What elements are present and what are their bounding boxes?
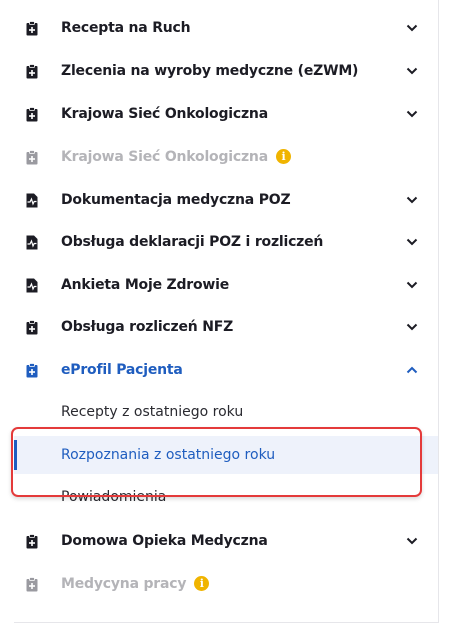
side-menu: Recepta na Ruch Zlecenia na wyroby medyc… xyxy=(14,0,439,623)
menu-item-label: Recepta na Ruch xyxy=(61,20,191,36)
menu-item-label: Krajowa Sieć Onkologiczna xyxy=(61,106,268,122)
document-pulse-icon xyxy=(26,192,38,208)
document-pulse-icon xyxy=(26,234,38,250)
submenu-item-recepty[interactable]: Recepty z ostatniego roku xyxy=(14,393,438,431)
chevron-down-icon[interactable] xyxy=(406,323,418,331)
menu-item-obsluga-rozliczen-nfz[interactable]: Obsługa rozliczeń NFZ xyxy=(14,308,438,346)
menu-item-label: Ankieta Moje Zdrowie xyxy=(61,277,230,293)
chevron-down-icon[interactable] xyxy=(406,537,418,545)
clipboard-icon xyxy=(26,63,38,79)
menu-item-domowa-opieka-medyczna[interactable]: Domowa Opieka Medyczna xyxy=(14,522,438,560)
chevron-down-icon[interactable] xyxy=(406,196,418,204)
clipboard-icon xyxy=(26,20,38,36)
clipboard-icon xyxy=(26,319,38,335)
menu-item-label: Zlecenia na wyroby medyczne (eZWM) xyxy=(61,63,359,79)
menu-item-label: Obsługa deklaracji POZ i rozliczeń xyxy=(61,234,324,250)
menu-item-label: Domowa Opieka Medyczna xyxy=(61,533,268,549)
chevron-down-icon[interactable] xyxy=(406,67,418,75)
menu-item-ankieta-moje-zdrowie[interactable]: Ankieta Moje Zdrowie xyxy=(14,266,438,304)
clipboard-icon xyxy=(26,362,38,378)
menu-item-label: Dokumentacja medyczna POZ xyxy=(61,192,291,208)
menu-item-label: eProfil Pacjenta xyxy=(61,362,183,378)
chevron-down-icon[interactable] xyxy=(406,110,418,118)
chevron-up-icon[interactable] xyxy=(406,366,418,374)
menu-item-dokumentacja-medyczna-poz[interactable]: Dokumentacja medyczna POZ xyxy=(14,181,438,219)
menu-item-label: Obsługa rozliczeń NFZ xyxy=(61,319,234,335)
menu-item-label: Krajowa Sieć Onkologiczna i xyxy=(61,148,291,165)
submenu-item-rozpoznania[interactable]: Rozpoznania z ostatniego roku xyxy=(14,436,438,474)
menu-item-eprofil-pacjenta[interactable]: eProfil Pacjenta xyxy=(14,351,438,389)
menu-item-label: Medycyna pracy i xyxy=(61,575,210,592)
menu-item-krajowa-siec-onkologiczna[interactable]: Krajowa Sieć Onkologiczna xyxy=(14,95,438,133)
menu-item-label-text: Krajowa Sieć Onkologiczna xyxy=(61,149,268,165)
menu-item-zlecenia-ezwm[interactable]: Zlecenia na wyroby medyczne (eZWM) xyxy=(14,52,438,90)
clipboard-icon xyxy=(26,106,38,122)
clipboard-icon xyxy=(26,149,38,165)
clipboard-icon xyxy=(26,576,38,592)
menu-item-obsluga-deklaracji-poz[interactable]: Obsługa deklaracji POZ i rozliczeń xyxy=(14,223,438,261)
submenu-item-powiadomienia[interactable]: Powiadomienia xyxy=(14,478,438,516)
menu-item-krajowa-siec-onkologiczna-disabled: Krajowa Sieć Onkologiczna i xyxy=(14,138,438,176)
clipboard-icon xyxy=(26,533,38,549)
chevron-down-icon[interactable] xyxy=(406,281,418,289)
submenu-item-label: Rozpoznania z ostatniego roku xyxy=(61,447,276,463)
chevron-down-icon[interactable] xyxy=(406,238,418,246)
document-pulse-icon xyxy=(26,277,38,293)
menu-item-label-text: Medycyna pracy xyxy=(61,576,187,592)
selected-indicator xyxy=(14,440,17,470)
submenu-item-label: Recepty z ostatniego roku xyxy=(61,404,244,420)
submenu-item-label: Powiadomienia xyxy=(61,489,167,505)
menu-item-medycyna-pracy: Medycyna pracy i xyxy=(14,565,438,603)
info-icon[interactable]: i xyxy=(194,575,210,591)
menu-item-recepta-na-ruch[interactable]: Recepta na Ruch xyxy=(14,9,438,47)
chevron-down-icon[interactable] xyxy=(406,24,418,32)
info-icon[interactable]: i xyxy=(275,148,291,164)
